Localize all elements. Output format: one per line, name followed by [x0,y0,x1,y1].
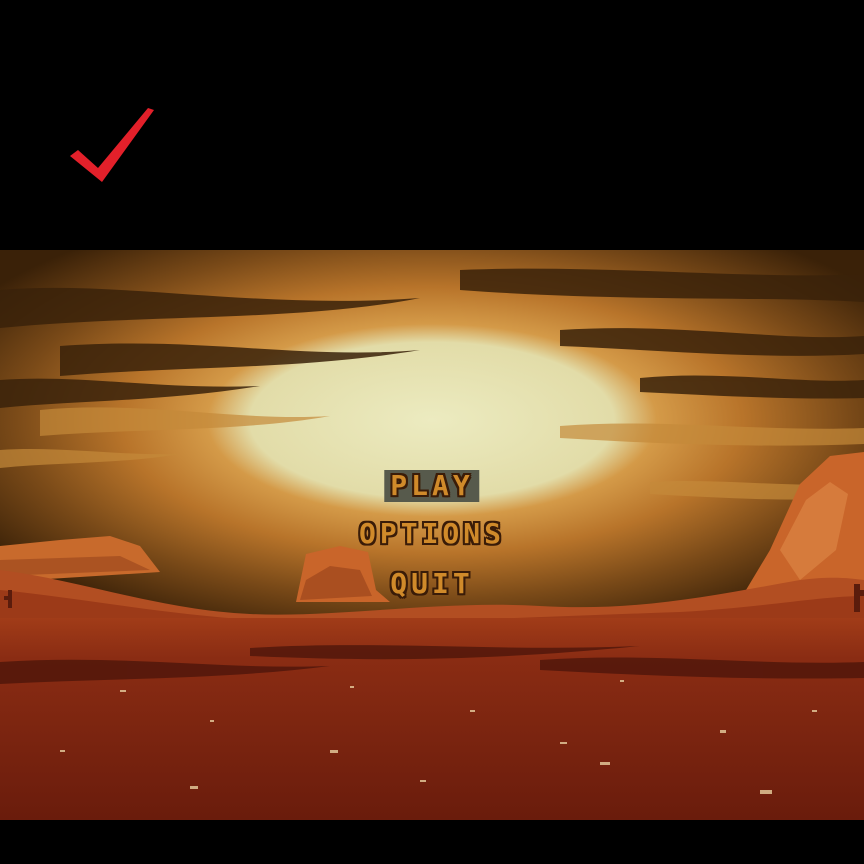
game-viewport: PLAY OPTIONS QUIT [0,250,864,820]
options-button[interactable]: OPTIONS [353,518,511,550]
checkmark-icon [70,108,154,182]
game-screen: PLAY OPTIONS QUIT [0,0,864,864]
main-menu: PLAY OPTIONS QUIT [0,250,864,820]
play-button[interactable]: PLAY [384,470,480,502]
quit-button[interactable]: QUIT [384,568,479,600]
